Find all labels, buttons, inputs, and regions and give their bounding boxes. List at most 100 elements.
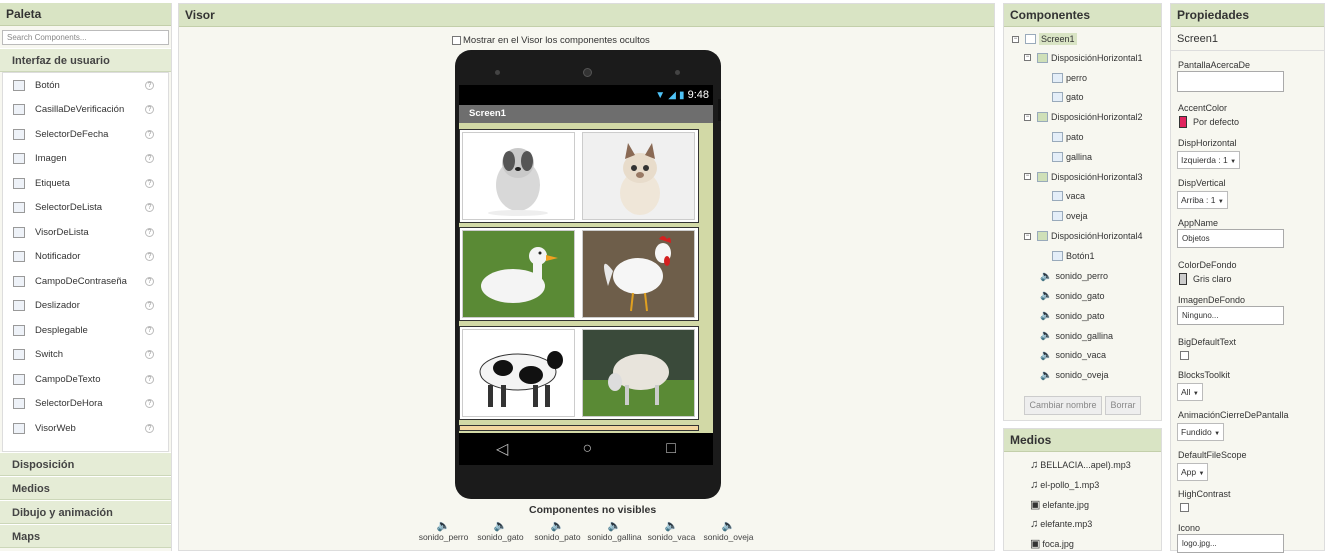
help-icon[interactable]: ? [145,399,154,409]
palette-item[interactable]: SelectorDeFecha? [3,122,168,147]
category-user-interface[interactable]: Interfaz de usuario [0,48,171,72]
accent-swatch[interactable] [1179,116,1187,128]
search-input[interactable]: Search Components... [2,30,169,45]
palette-item[interactable]: SelectorDeLista? [3,196,168,221]
collapse-icon[interactable]: − [1024,54,1031,62]
back-icon[interactable]: ◁ [496,439,508,459]
palette-item[interactable]: Imagen? [3,147,168,172]
tree-node[interactable]: 🔈 sonido_perro [1040,271,1108,282]
help-icon[interactable]: ? [145,350,154,360]
nonvisible-component[interactable]: 🔈 sonido_perro [415,520,472,542]
tree-node[interactable]: − DisposiciónHorizontal1 [1024,52,1143,63]
palette-category[interactable]: Dibujo y animación [0,500,171,524]
help-icon[interactable]: ? [145,178,154,188]
recents-icon[interactable]: □ [666,440,676,458]
blocks-select[interactable]: All ▼ [1177,383,1203,401]
cow-image[interactable] [462,329,575,417]
help-icon[interactable]: ? [145,227,154,237]
media-item[interactable]: ♫ BELLACIA...apel).mp3 [1030,459,1131,471]
accent-color-picker[interactable]: Por defecto [1179,116,1239,128]
tree-node[interactable]: oveja [1052,211,1088,222]
tree-node[interactable]: 🔈 sonido_pato [1040,310,1105,321]
delete-button[interactable]: Borrar [1105,396,1141,415]
horizontal-arrangement-4[interactable] [459,425,699,431]
rename-button[interactable]: Cambiar nombre [1024,396,1102,415]
tree-node[interactable]: − DisposiciónHorizontal2 [1024,112,1143,123]
appname-input[interactable]: Objetos [1177,229,1284,248]
horizontal-arrangement-2[interactable] [459,227,699,321]
tree-node-screen[interactable]: − Screen1 [1012,33,1077,45]
tree-node[interactable]: − DisposiciónHorizontal4 [1024,231,1143,241]
icon-input[interactable]: logo.jpg... [1177,534,1284,553]
duck-image[interactable] [462,230,575,318]
tree-node[interactable]: 🔈 sonido_gallina [1040,330,1113,341]
bgcolor-swatch[interactable] [1179,273,1187,285]
halign-select[interactable]: Izquierda : 1 ▼ [1177,151,1241,169]
palette-item[interactable]: Deslizador? [3,294,168,319]
media-item[interactable]: ♫ elefante.mp3 [1030,518,1092,530]
collapse-icon[interactable]: − [1024,232,1031,240]
tree-node[interactable]: vaca [1052,191,1085,202]
media-item[interactable]: ▣ foca.jpg [1030,537,1074,550]
filescope-select[interactable]: App ▼ [1177,463,1209,481]
nonvisible-component[interactable]: 🔈 sonido_vaca [643,520,700,542]
help-icon[interactable]: ? [145,252,154,262]
show-hidden-checkbox[interactable]: Mostrar en el Visor los componentes ocul… [452,35,650,46]
tree-node[interactable]: 🔈 sonido_vaca [1040,350,1106,361]
tree-node[interactable]: gato [1052,92,1084,103]
help-icon[interactable]: ? [145,301,154,311]
collapse-icon[interactable]: − [1024,113,1031,121]
nonvisible-component[interactable]: 🔈 sonido_gallina [586,520,643,542]
cat-image[interactable] [582,132,695,220]
palette-item[interactable]: SelectorDeHora? [3,392,168,417]
collapse-icon[interactable]: − [1024,173,1031,181]
palette-item[interactable]: CampoDeContraseña? [3,269,168,294]
contrast-checkbox[interactable] [1180,503,1189,512]
rooster-image[interactable] [582,230,695,318]
checkbox-box[interactable] [452,36,461,45]
nonvisible-component[interactable]: 🔈 sonido_pato [529,520,586,542]
bgcolor-picker[interactable]: Gris claro [1179,273,1232,285]
about-textarea[interactable] [1177,71,1284,92]
tree-node[interactable]: − DisposiciónHorizontal3 [1024,171,1143,182]
nonvisible-component[interactable]: 🔈 sonido_gato [472,520,529,542]
media-item[interactable]: ▣ elefante.jpg [1030,498,1089,511]
help-icon[interactable]: ? [145,105,154,115]
sheep-image[interactable] [582,329,695,417]
home-icon[interactable]: ○ [582,440,592,458]
palette-item[interactable]: VisorWeb? [3,416,168,441]
palette-item[interactable]: Notificador? [3,245,168,270]
palette-item[interactable]: Etiqueta? [3,171,168,196]
help-icon[interactable]: ? [145,423,154,433]
help-icon[interactable]: ? [145,203,154,213]
palette-category[interactable]: Maps [0,524,171,548]
palette-item[interactable]: CampoDeTexto? [3,367,168,392]
tree-node[interactable]: pato [1052,132,1084,142]
palette-category[interactable]: Disposición [0,452,171,476]
palette-item[interactable]: Switch? [3,343,168,368]
horizontal-arrangement-3[interactable] [459,326,699,420]
palette-item[interactable]: CasillaDeVerificación? [3,98,168,123]
palette-category[interactable]: Medios [0,476,171,500]
valign-select[interactable]: Arriba : 1 ▼ [1177,191,1228,209]
help-icon[interactable]: ? [145,276,154,286]
help-icon[interactable]: ? [145,154,154,164]
bgimage-input[interactable]: Ninguno... [1177,306,1284,325]
help-icon[interactable]: ? [145,80,154,90]
tree-node[interactable]: Botón1 [1052,250,1095,261]
tree-node[interactable]: 🔈 sonido_oveja [1040,370,1109,381]
palette-item[interactable]: Desplegable? [3,318,168,343]
palette-item[interactable]: VisorDeLista? [3,220,168,245]
tree-node[interactable]: gallina [1052,151,1092,162]
dog-image[interactable] [462,132,575,220]
tree-node[interactable]: 🔈 sonido_gato [1040,290,1105,301]
help-icon[interactable]: ? [145,129,154,139]
collapse-icon[interactable]: − [1012,35,1019,43]
bigtext-checkbox[interactable] [1180,351,1189,360]
help-icon[interactable]: ? [145,325,154,335]
palette-item[interactable]: Botón? [3,73,168,98]
closeanim-select[interactable]: Fundido ▼ [1177,423,1225,441]
help-icon[interactable]: ? [145,374,154,384]
tree-node[interactable]: perro [1052,72,1087,83]
media-item[interactable]: ♫ el-pollo_1.mp3 [1030,479,1099,491]
